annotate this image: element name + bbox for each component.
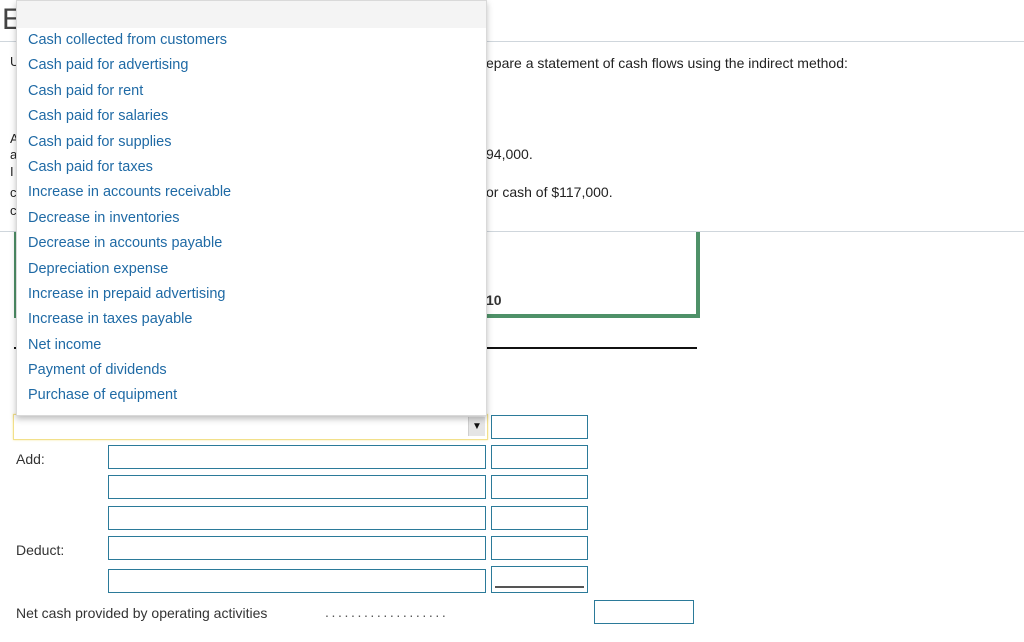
net-cash-amount-input[interactable] [594,600,694,624]
dropdown-option[interactable]: Cash paid for salaries [17,104,486,129]
dropdown-option[interactable]: Cash paid for taxes [17,155,486,180]
dropdown-arrow-icon[interactable]: ▼ [468,417,485,436]
dot-leader: ................... [325,604,449,620]
line-item-dropdown-list[interactable]: Cash collected from customers Cash paid … [16,0,487,416]
dropdown-option[interactable]: Net income [17,333,486,358]
info-line-1: 94,000. [486,146,533,162]
panel-number: 10 [486,292,502,308]
add-description-input-1[interactable] [108,445,486,469]
dropdown-option-blank[interactable] [17,1,486,28]
info-line-2: or cash of $117,000. [486,184,613,200]
dropdown-option[interactable]: Decrease in accounts payable [17,231,486,256]
edge-char: I [10,164,14,179]
dropdown-option[interactable]: Cash paid for advertising [17,53,486,78]
add-amount-input-3[interactable] [491,506,588,530]
net-cash-label: Net cash provided by operating activitie… [16,605,268,621]
subtotal-underline [495,586,584,588]
first-row-amount-input[interactable] [491,415,588,439]
dropdown-option[interactable]: Payment of dividends [17,358,486,383]
deduct-amount-input-1[interactable] [491,536,588,560]
deduct-description-input-1[interactable] [108,536,486,560]
line-item-select[interactable]: ▼ [13,414,488,440]
add-label: Add: [16,451,45,467]
add-amount-input-1[interactable] [491,445,588,469]
dropdown-option[interactable]: Cash paid for rent [17,79,486,104]
add-description-input-2[interactable] [108,475,486,499]
dropdown-option[interactable]: Depreciation expense [17,257,486,282]
instruction-text: epare a statement of cash flows using th… [486,55,848,71]
dropdown-option[interactable]: Decrease in inventories [17,206,486,231]
dropdown-option[interactable]: Increase in accounts receivable [17,180,486,205]
deduct-label: Deduct: [16,542,65,558]
dropdown-option[interactable]: Increase in prepaid advertising [17,282,486,307]
deduct-description-input-2[interactable] [108,569,486,593]
add-description-input-3[interactable] [108,506,486,530]
add-amount-input-2[interactable] [491,475,588,499]
deduct-amount-input-2[interactable] [491,566,588,593]
dropdown-option[interactable]: Cash collected from customers [17,28,486,53]
dropdown-option[interactable]: Cash paid for supplies [17,130,486,155]
dropdown-option[interactable]: Increase in taxes payable [17,307,486,332]
dropdown-option[interactable]: Purchase of equipment [17,383,486,408]
